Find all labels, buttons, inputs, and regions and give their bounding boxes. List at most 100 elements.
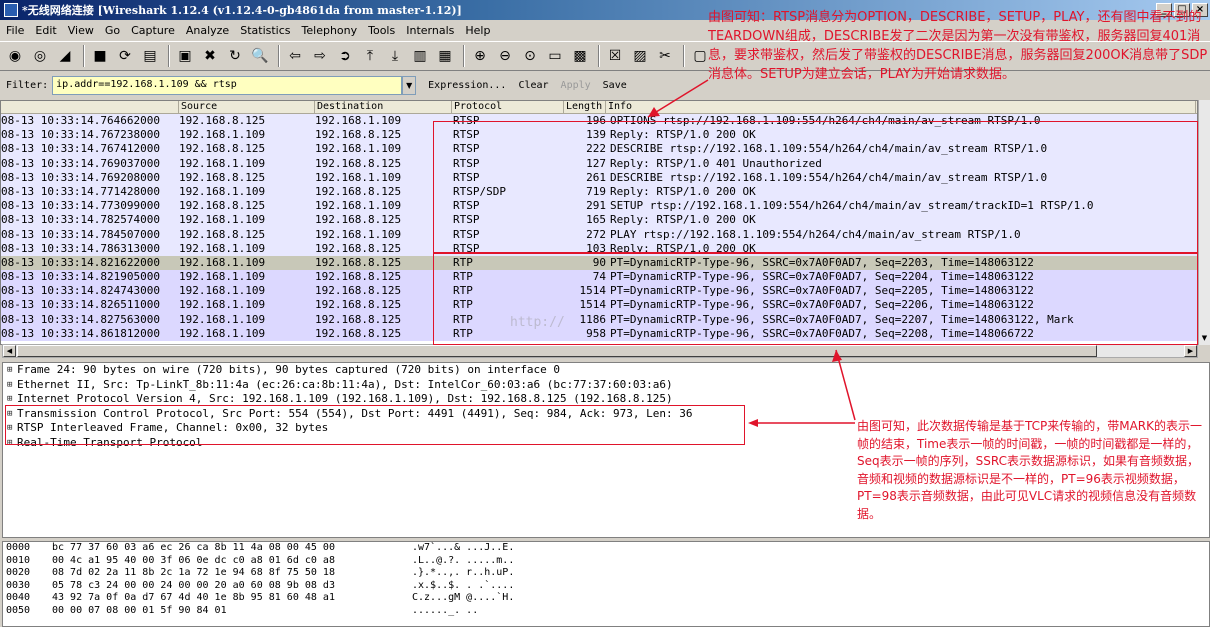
menu-telephony[interactable]: Telephony xyxy=(302,24,358,37)
resize-columns-icon[interactable]: ▭ xyxy=(544,45,566,67)
packet-cell-src: 192.168.8.125 xyxy=(179,114,266,127)
expand-icon[interactable]: ⊞ xyxy=(7,407,17,422)
menu-view[interactable]: View xyxy=(68,24,94,37)
autoscroll-icon[interactable]: ▦ xyxy=(434,45,456,67)
hex-dump-row[interactable]: 0010 00 4c a1 95 40 00 3f 06 0e dc c0 a8 … xyxy=(3,555,1209,568)
detail-tree-item[interactable]: ⊞ Internet Protocol Version 4, Src: 192.1… xyxy=(3,392,1209,407)
packet-row[interactable]: 08-13 10:33:14.771428000 192.168.1.109 192… xyxy=(1,184,1197,200)
expand-icon[interactable]: ⊞ xyxy=(7,378,17,393)
menu-tools[interactable]: Tools xyxy=(368,24,395,37)
packet-row[interactable]: 08-13 10:33:14.824743000 192.168.1.109 192… xyxy=(1,284,1197,299)
packet-row[interactable]: 08-13 10:33:14.769208000 192.168.8.125 192… xyxy=(1,170,1197,185)
coloring-rules-icon[interactable]: ▨ xyxy=(629,45,651,67)
zoom-in-icon[interactable]: ⊕ xyxy=(469,45,491,67)
hex-dump-row[interactable]: 0050 00 00 07 08 00 01 5f 90 84 01 ......_… xyxy=(3,605,1209,618)
menu-help[interactable]: Help xyxy=(465,24,490,37)
restart-capture-icon[interactable]: ⟳ xyxy=(114,45,136,67)
preferences-icon[interactable]: ✂ xyxy=(654,45,676,67)
hex-dump-row[interactable]: 0000 bc 77 37 60 03 a6 ec 26 ca 8b 11 4a … xyxy=(3,542,1209,555)
start-capture-icon[interactable]: ◢ xyxy=(54,45,76,67)
packet-row[interactable]: 08-13 10:33:14.784507000 192.168.8.125 192… xyxy=(1,227,1197,242)
scroll-left-icon[interactable]: ◀ xyxy=(3,345,16,357)
menu-edit[interactable]: Edit xyxy=(35,24,56,37)
packet-list-vscrollbar[interactable]: ▼ xyxy=(1198,100,1210,345)
save-filter-button[interactable]: Save xyxy=(603,80,627,91)
back-icon[interactable]: ⇦ xyxy=(284,45,306,67)
expression-button[interactable]: Expression... xyxy=(428,80,506,91)
packet-row[interactable]: 08-13 10:33:14.773099000 192.168.8.125 192… xyxy=(1,199,1197,214)
colorize-icon[interactable]: ▥ xyxy=(409,45,431,67)
packet-row[interactable]: 08-13 10:33:14.786313000 192.168.1.109 192… xyxy=(1,241,1197,256)
menu-internals[interactable]: Internals xyxy=(406,24,454,37)
hex-dump-row[interactable]: 0040 43 92 7a 0f 0a d7 67 4d 40 1e 8b 95 … xyxy=(3,592,1209,605)
packet-row[interactable]: 08-13 10:33:14.821622000 192.168.1.109 192… xyxy=(1,255,1197,271)
column-header-length[interactable]: Length xyxy=(564,101,606,113)
find-icon[interactable]: 🔍 xyxy=(249,45,271,67)
packet-row[interactable]: 08-13 10:33:14.827563000 192.168.1.109 192… xyxy=(1,312,1197,327)
column-header-destination[interactable]: Destination xyxy=(315,101,452,113)
packet-row[interactable]: 08-13 10:33:14.767412000 192.168.8.125 192… xyxy=(1,142,1197,157)
zoom-out-icon[interactable]: ⊖ xyxy=(494,45,516,67)
apply-button[interactable]: Apply xyxy=(561,80,591,91)
scroll-down-icon[interactable]: ▼ xyxy=(1199,334,1210,345)
packet-list-hscrollbar[interactable]: ◀ ▶ xyxy=(2,344,1198,358)
filter-history-dropdown[interactable]: ▼ xyxy=(402,75,417,95)
packet-cell-dst: 192.168.8.125 xyxy=(315,284,402,298)
menu-go[interactable]: Go xyxy=(105,24,120,37)
packet-cell-proto: RTSP xyxy=(453,114,480,127)
menu-capture[interactable]: Capture xyxy=(131,24,175,37)
packet-row[interactable]: 08-13 10:33:14.826511000 192.168.1.109 192… xyxy=(1,298,1197,313)
options-icon[interactable]: ◎ xyxy=(29,45,51,67)
expand-icon[interactable]: ⊞ xyxy=(7,421,17,436)
packet-cell-info: Reply: RTSP/1.0 200 OK xyxy=(610,241,756,255)
zoom-normal-icon[interactable]: ⊙ xyxy=(519,45,541,67)
wireshark-app-icon xyxy=(4,3,18,17)
column-header-protocol[interactable]: Protocol xyxy=(452,101,564,113)
display-filter-input[interactable]: ip.addr==192.168.1.109 && rtsp xyxy=(52,75,403,95)
packet-row[interactable]: 08-13 10:33:14.821905000 192.168.1.109 192… xyxy=(1,270,1197,285)
packet-row[interactable]: 08-13 10:33:14.769037000 192.168.1.109 192… xyxy=(1,156,1197,171)
display-filters-icon[interactable]: ☒ xyxy=(604,45,626,67)
column-header-info[interactable]: Info xyxy=(606,101,1196,113)
menu-file[interactable]: File xyxy=(6,24,24,37)
packet-row[interactable]: 08-13 10:33:14.764662000 192.168.8.125 192… xyxy=(1,114,1197,129)
close-icon[interactable]: ✖ xyxy=(199,45,221,67)
open-icon[interactable]: ▤ xyxy=(139,45,161,67)
packet-cell-info: PT=DynamicRTP-Type-96, SSRC=0x7A0F0AD7, … xyxy=(610,326,1034,340)
first-packet-icon[interactable]: ⤒ xyxy=(359,45,381,67)
interfaces-icon[interactable]: ◉ xyxy=(4,45,26,67)
hscroll-thumb[interactable] xyxy=(17,345,1097,357)
packet-cell-len: 127 xyxy=(586,156,606,170)
packet-cell-info: Reply: RTSP/1.0 200 OK xyxy=(610,184,756,198)
expand-icon[interactable]: ⊞ xyxy=(7,363,17,378)
packet-list[interactable]: Source Destination Protocol Length Info … xyxy=(0,100,1198,345)
packet-cell-time: 08-13 10:33:14.826511000 xyxy=(1,298,160,312)
goto-icon[interactable]: ➲ xyxy=(334,45,356,67)
expand-icon[interactable]: ⊞ xyxy=(7,436,17,451)
save-icon[interactable]: ▣ xyxy=(174,45,196,67)
detail-tree-item[interactable]: ⊞ Frame 24: 90 bytes on wire (720 bits), … xyxy=(3,363,1209,378)
packet-row[interactable]: 08-13 10:33:14.861812000 192.168.1.109 192… xyxy=(1,326,1197,341)
hex-dump-hex: 43 92 7a 0f 0a d7 67 4d 40 1e 8b 95 81 6… xyxy=(52,592,335,603)
column-header-time[interactable] xyxy=(1,101,179,113)
last-packet-icon[interactable]: ⤓ xyxy=(384,45,406,67)
hex-dump-row[interactable]: 0020 08 7d 02 2a 11 8b 2c 1a 72 1e 94 68 … xyxy=(3,567,1209,580)
hex-dump-row[interactable]: 0030 05 78 c3 24 00 00 24 00 00 20 a0 60 … xyxy=(3,580,1209,593)
menu-analyze[interactable]: Analyze xyxy=(186,24,229,37)
capture-filters-icon[interactable]: ▩ xyxy=(569,45,591,67)
menu-statistics[interactable]: Statistics xyxy=(240,24,290,37)
packet-cell-src: 192.168.1.109 xyxy=(179,241,266,255)
scroll-right-icon[interactable]: ▶ xyxy=(1184,345,1197,357)
stop-capture-icon[interactable]: ■ xyxy=(89,45,111,67)
expand-icon[interactable]: ⊞ xyxy=(7,392,17,407)
packet-bytes-pane[interactable]: 0000 bc 77 37 60 03 a6 ec 26 ca 8b 11 4a … xyxy=(2,541,1210,627)
reload-icon[interactable]: ↻ xyxy=(224,45,246,67)
packet-cell-time: 08-13 10:33:14.771428000 xyxy=(1,184,160,198)
packet-row[interactable]: 08-13 10:33:14.767238000 192.168.1.109 192… xyxy=(1,128,1197,143)
forward-icon[interactable]: ⇨ xyxy=(309,45,331,67)
clear-button[interactable]: Clear xyxy=(518,80,548,91)
packet-cell-dst: 192.168.8.125 xyxy=(315,213,402,227)
detail-tree-item[interactable]: ⊞ Ethernet II, Src: Tp-LinkT_8b:11:4a (ec… xyxy=(3,378,1209,393)
packet-row[interactable]: 08-13 10:33:14.782574000 192.168.1.109 192… xyxy=(1,213,1197,228)
column-header-source[interactable]: Source xyxy=(179,101,315,113)
